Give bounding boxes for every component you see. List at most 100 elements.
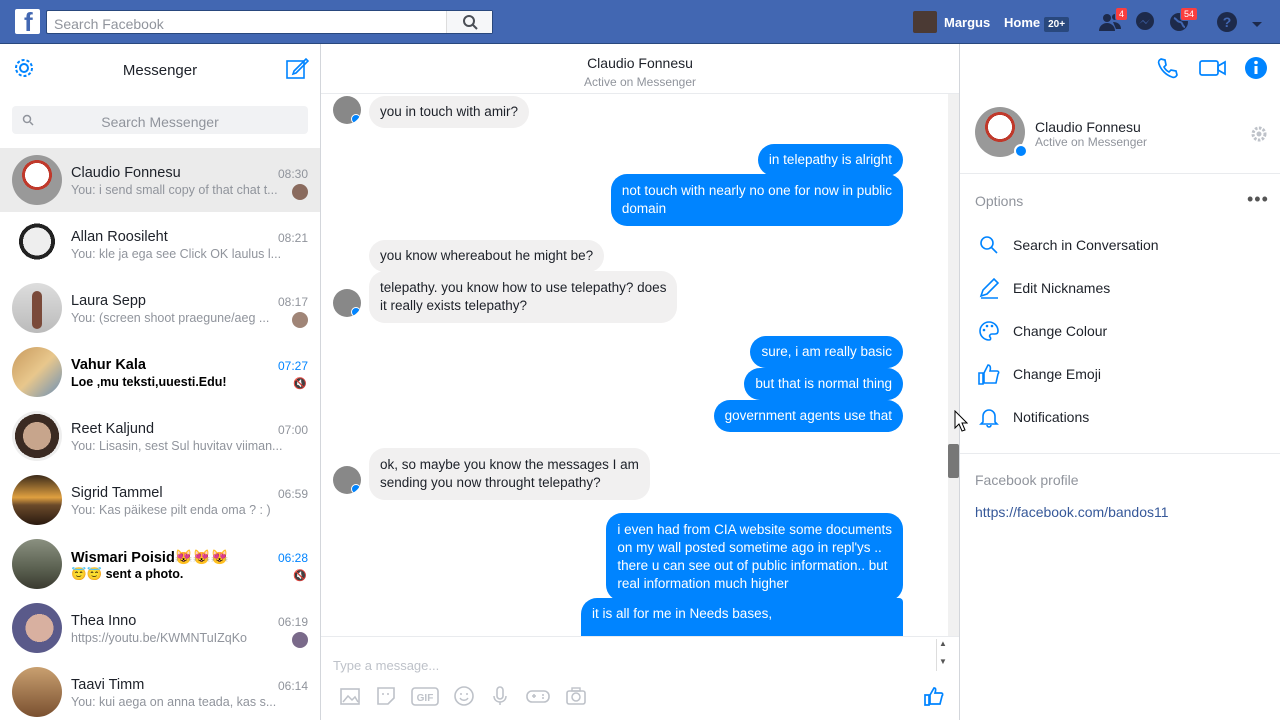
contact-avatar — [333, 289, 361, 317]
photo-icon[interactable] — [339, 685, 361, 707]
message-bubble: in telepathy is alright — [757, 144, 903, 176]
composer-scrollbar[interactable]: ▲ ▼ — [936, 639, 949, 671]
conversation-item[interactable]: Vahur Kala 07:27 Loe ,mu teksti,uuesti.E… — [0, 340, 320, 404]
emoji-icon[interactable] — [453, 685, 475, 707]
conversation-item[interactable]: Reet Kaljund 07:00 You: Lisasin, sest Su… — [0, 404, 320, 468]
home-link[interactable]: Home 20+ — [1004, 15, 1070, 32]
conversation-time: 06:19 — [277, 615, 308, 629]
message-line: real information much higher — [617, 576, 789, 591]
top-bar: f Search Facebook Margus Home 20+ 4 54 ? — [0, 0, 1280, 44]
pencil-icon — [979, 277, 1000, 299]
palette-icon — [979, 321, 999, 341]
search-placeholder: Search Facebook — [54, 16, 164, 32]
profile-link[interactable]: Margus — [913, 11, 990, 33]
info-contact-name: Claudio Fonnesu — [1035, 119, 1141, 135]
conversation-item[interactable]: Sigrid Tammel 06:59 You: Kas päikese pil… — [0, 468, 320, 532]
message-line: it really exists telepathy? — [380, 298, 528, 313]
avatar — [12, 411, 62, 461]
chat-panel: Claudio Fonnesu Active on Messenger you … — [321, 44, 959, 720]
conversation-item[interactable]: Thea Inno 06:19 https://youtu.be/KWMNTuI… — [0, 596, 320, 660]
contact-avatar — [333, 96, 361, 124]
message-bubble: you know whereabout he might be? — [369, 240, 605, 272]
conversation-time: 06:28 — [277, 551, 308, 565]
message-composer: Type a message... ▲ ▼ GIF — [321, 636, 959, 720]
message-input[interactable]: Type a message... — [333, 658, 439, 673]
conversation-item[interactable]: Wismari Poisid😻😻😻 06:28 😇😇 sent a photo.… — [0, 532, 320, 596]
divider — [960, 453, 1280, 454]
conversation-time: 08:17 — [277, 295, 308, 309]
conversation-name: Sigrid Tammel — [71, 485, 163, 501]
conversation-name: Vahur Kala — [71, 357, 146, 373]
message-bubble: you in touch with amir? — [369, 96, 530, 128]
message-bubble: sure, i am really basic — [750, 336, 903, 368]
conversation-name: Allan Roosileht — [71, 229, 168, 245]
message-line: ok, so maybe you know the messages I am — [380, 457, 639, 472]
messenger-search-input[interactable]: Search Messenger — [12, 106, 308, 134]
conversation-snippet: You: Kas päikese pilt enda oma ? : ) — [71, 503, 271, 517]
friend-requests-badge: 4 — [1114, 7, 1128, 21]
conversation-name: Taavi Timm — [71, 677, 145, 693]
sticker-icon[interactable] — [375, 685, 397, 707]
message-bubble: ok, so maybe you know the messages I am … — [369, 448, 650, 500]
more-options-icon[interactable]: ••• — [1247, 189, 1269, 210]
facebook-logo-icon[interactable]: f — [15, 9, 40, 34]
change-emoji-option[interactable]: Change Emoji — [975, 359, 1101, 389]
game-controller-icon[interactable] — [525, 685, 551, 707]
seen-avatar — [292, 632, 308, 648]
notifications-badge: 54 — [1179, 7, 1198, 21]
scrollbar-thumb[interactable] — [948, 444, 959, 478]
camera-icon[interactable] — [565, 685, 587, 707]
facebook-profile-link[interactable]: https://facebook.com/bandos11 — [975, 504, 1169, 520]
notifications-globe-icon[interactable]: 54 — [1168, 7, 1198, 33]
conversation-item[interactable]: Claudio Fonnesu 08:30 You: i send small … — [0, 148, 320, 212]
search-placeholder: Search Messenger — [101, 114, 219, 130]
thread-scrollbar[interactable] — [948, 94, 959, 636]
composer-toolbar: GIF — [339, 685, 587, 707]
conversation-snippet: 😇😇 sent a photo. — [71, 567, 184, 581]
facebook-search-input[interactable]: Search Facebook — [46, 10, 493, 34]
edit-nicknames-option[interactable]: Edit Nicknames — [975, 273, 1110, 303]
conversation-item[interactable]: Laura Sepp 08:17 You: (screen shoot prae… — [0, 276, 320, 340]
notifications-option[interactable]: Notifications — [975, 402, 1089, 432]
gif-icon[interactable]: GIF — [411, 685, 439, 707]
message-bubble: government agents use that — [713, 400, 903, 432]
conversation-item[interactable]: Taavi Timm 06:14 You: kui aega on anna t… — [0, 660, 320, 724]
bell-icon — [979, 409, 999, 428]
search-icon — [463, 15, 478, 30]
messenger-badge-icon — [1014, 144, 1028, 158]
contact-avatar — [333, 466, 361, 494]
account-menu-caret-icon[interactable] — [1250, 17, 1264, 27]
message-line: i even had from CIA website some documen… — [617, 522, 892, 537]
conversation-time: 06:59 — [277, 487, 308, 501]
option-label: Search in Conversation — [1013, 237, 1159, 253]
conversation-name: Laura Sepp — [71, 293, 146, 309]
avatar — [12, 667, 62, 717]
change-colour-option[interactable]: Change Colour — [975, 316, 1107, 346]
friend-requests-icon[interactable]: 4 — [1098, 7, 1128, 33]
home-label: Home — [1004, 15, 1041, 30]
option-label: Notifications — [1013, 409, 1090, 425]
conversation-time: 08:21 — [277, 231, 308, 245]
option-label: Change Emoji — [1013, 366, 1101, 382]
avatar — [12, 475, 62, 525]
conversation-sidebar: Messenger Search Messenger Claudio Fonne… — [0, 44, 321, 720]
conversation-snippet: You: i send small copy of that chat t... — [71, 183, 278, 197]
home-count-badge: 20+ — [1044, 17, 1070, 32]
thumbs-up-icon[interactable] — [923, 685, 945, 707]
conversation-time: 07:27 — [277, 359, 308, 373]
message-line: there u can see out of public informatio… — [617, 558, 888, 573]
search-button[interactable] — [446, 11, 492, 33]
info-contact-status: Active on Messenger — [1035, 135, 1148, 149]
search-in-conversation-option[interactable]: Search in Conversation — [975, 230, 1159, 260]
info-settings-gear-icon[interactable] — [1250, 125, 1268, 143]
seen-avatar — [292, 184, 308, 200]
message-bubble: telepathy. you know how to use telepathy… — [369, 271, 678, 323]
conversation-snippet: Loe ,mu teksti,uuesti.Edu! — [71, 375, 227, 389]
avatar — [12, 219, 62, 269]
svg-text:?: ? — [1223, 14, 1232, 30]
microphone-icon[interactable] — [489, 685, 511, 707]
message-line: telepathy. you know how to use telepathy… — [380, 280, 667, 295]
conversation-item[interactable]: Allan Roosileht 08:21 You: kle ja ega se… — [0, 212, 320, 276]
help-icon[interactable]: ? — [1216, 11, 1240, 33]
messenger-icon[interactable] — [1134, 11, 1158, 33]
